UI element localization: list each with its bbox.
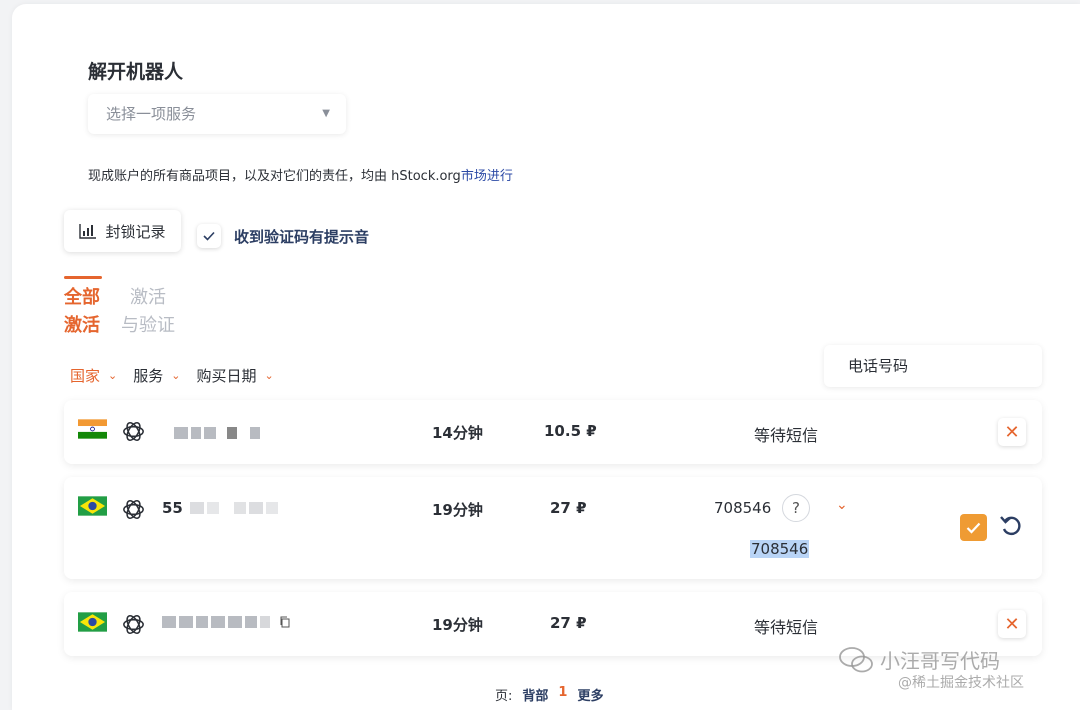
chevron-down-icon: ⌄ bbox=[171, 369, 181, 382]
page-title: 解开机器人 bbox=[88, 61, 184, 83]
phone-prefix: 55 bbox=[162, 499, 183, 517]
block-log-button[interactable]: 封锁记录 bbox=[64, 210, 181, 252]
filter-country-label: 国家 bbox=[70, 367, 101, 385]
brazil-flag-icon bbox=[78, 496, 107, 516]
market-link[interactable]: 市场进行 bbox=[461, 169, 513, 184]
dropdown-caret-icon: ▼ bbox=[322, 108, 330, 119]
tab-activation-verification[interactable]: 激活 与验证 bbox=[121, 284, 175, 340]
block-log-label: 封锁记录 bbox=[105, 222, 166, 241]
pagination-next[interactable]: 更多 bbox=[577, 685, 603, 704]
masked-phone-number bbox=[174, 425, 260, 441]
openai-icon bbox=[123, 500, 144, 519]
close-icon: ✕ bbox=[1004, 613, 1020, 635]
tab-all-activations[interactable]: 全部 激活 bbox=[64, 284, 100, 340]
order-time: 19分钟 bbox=[432, 501, 483, 519]
confirm-order-button[interactable] bbox=[960, 514, 987, 541]
order-price: 27 ₽ bbox=[550, 614, 587, 632]
help-icon[interactable]: ? bbox=[782, 494, 810, 522]
notice-body: 现成账户的所有商品项目，以及对它们的责任，均由 hStock.org bbox=[88, 169, 461, 184]
tab-verif-line1: 激活 bbox=[130, 287, 166, 308]
watermark-sub: @稀土掘金技术社区 bbox=[898, 675, 1024, 691]
tab-all-line2: 激活 bbox=[64, 315, 100, 336]
wechat-icon bbox=[839, 646, 873, 672]
watermark: 小汪哥写代码 bbox=[838, 645, 1000, 674]
pagination: 页: 背部 1 更多 bbox=[495, 685, 603, 704]
refresh-icon[interactable] bbox=[998, 513, 1024, 539]
bar-chart-icon bbox=[79, 224, 97, 239]
cancel-order-button[interactable]: ✕ bbox=[998, 610, 1026, 638]
check-icon bbox=[966, 522, 981, 534]
filter-date-label: 购买日期 bbox=[196, 367, 257, 385]
order-price: 27 ₽ bbox=[550, 499, 587, 517]
pagination-prev[interactable]: 背部 bbox=[522, 685, 548, 704]
filter-service[interactable]: 服务 ⌄ bbox=[133, 365, 180, 386]
sound-checkbox[interactable] bbox=[197, 224, 221, 248]
masked-phone-number bbox=[162, 614, 291, 630]
filter-purchase-date[interactable]: 购买日期 ⌄ bbox=[196, 365, 273, 386]
filter-bar: 国家 ⌄ 服务 ⌄ 购买日期 ⌄ bbox=[70, 365, 274, 386]
order-status: 等待短信 bbox=[754, 618, 819, 637]
pagination-label: 页: bbox=[495, 689, 513, 704]
order-time: 14分钟 bbox=[432, 424, 483, 442]
brazil-flag-icon bbox=[78, 612, 107, 632]
close-icon: ✕ bbox=[1004, 421, 1020, 443]
order-time: 19分钟 bbox=[432, 616, 483, 634]
check-icon bbox=[203, 231, 215, 241]
order-row: 55 19分钟 27 ₽ 708546 ? ⌄ 708546 bbox=[64, 477, 1042, 579]
phone-number-label: 电话号码 bbox=[848, 357, 909, 375]
filter-service-label: 服务 bbox=[133, 367, 164, 385]
service-select-placeholder: 选择一项服务 bbox=[106, 105, 197, 123]
sound-checkbox-label[interactable]: 收到验证码有提示音 bbox=[234, 226, 369, 247]
watermark-line1: 小汪哥写代码 bbox=[880, 649, 1000, 673]
chevron-down-icon: ⌄ bbox=[264, 369, 274, 382]
tab-verif-line2: 与验证 bbox=[121, 315, 175, 336]
openai-icon bbox=[123, 615, 144, 634]
active-tab-indicator bbox=[64, 276, 102, 279]
filter-country[interactable]: 国家 ⌄ bbox=[70, 365, 117, 386]
sms-code-selected: 708546 bbox=[750, 540, 810, 558]
copy-icon[interactable] bbox=[279, 616, 291, 628]
service-select[interactable]: 选择一项服务 ▼ bbox=[88, 94, 346, 134]
pagination-current[interactable]: 1 bbox=[558, 685, 567, 704]
order-status: 等待短信 bbox=[754, 426, 819, 445]
masked-phone-number: 55 bbox=[162, 499, 278, 517]
chevron-down-icon[interactable]: ⌄ bbox=[836, 497, 848, 513]
chevron-down-icon: ⌄ bbox=[108, 369, 118, 382]
phone-number-field[interactable]: 电话号码 bbox=[824, 345, 1042, 387]
openai-icon bbox=[123, 422, 144, 441]
sms-code: 708546 bbox=[714, 499, 772, 517]
tab-all-line1: 全部 bbox=[64, 287, 100, 308]
order-row: 14分钟 10.5 ₽ 等待短信 ✕ bbox=[64, 400, 1042, 464]
notice-text: 现成账户的所有商品项目，以及对它们的责任，均由 hStock.org市场进行 bbox=[88, 165, 513, 184]
order-price: 10.5 ₽ bbox=[544, 422, 597, 440]
india-flag-icon bbox=[78, 419, 107, 439]
cancel-order-button[interactable]: ✕ bbox=[998, 418, 1026, 446]
